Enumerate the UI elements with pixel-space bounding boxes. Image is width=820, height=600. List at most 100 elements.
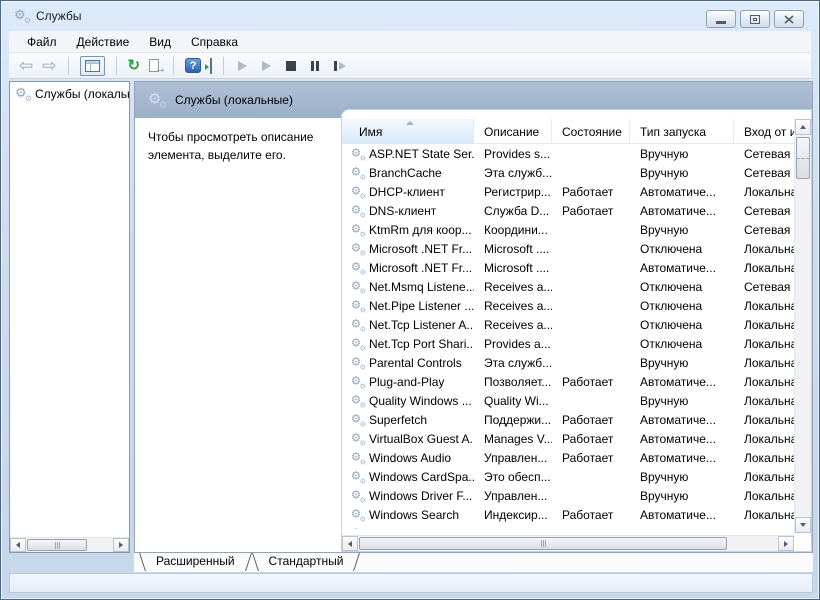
restore-button[interactable] (740, 10, 770, 28)
service-gear-icon (351, 185, 365, 198)
pause-service-icon[interactable] (311, 61, 319, 71)
export-list-icon[interactable]: → (149, 59, 162, 73)
menu-file[interactable]: Файл (17, 32, 67, 52)
tab-standard[interactable]: Стандартный (252, 553, 361, 572)
table-row[interactable]: DHCP-клиент Регистрир... Работает Автома… (342, 182, 794, 201)
table-row[interactable]: Net.Pipe Listener ... Receives a... Откл… (342, 296, 794, 315)
scrollbar-track[interactable] (358, 536, 778, 551)
scrollbar-thumb[interactable] (27, 539, 87, 551)
tree-horizontal-scrollbar[interactable] (10, 537, 129, 552)
service-gear-icon (351, 337, 365, 350)
toolbar-separator (173, 57, 174, 75)
service-startup-type: Вручную (630, 223, 734, 237)
service-gear-icon (351, 166, 365, 179)
table-row[interactable]: BranchCache Эта служб... Вручную Сетевая… (342, 163, 794, 182)
service-startup-type: Автоматиче... (630, 185, 734, 199)
table-row[interactable]: Windows CardSpa... Это обесп... Вручную … (342, 467, 794, 486)
close-button[interactable] (774, 10, 804, 28)
tree-item-services-local[interactable]: Службы (локальные) (10, 82, 129, 103)
service-name: KtmRm для коор... (369, 223, 472, 237)
table-row[interactable]: Windows Audio Управлен... Работает Автом… (342, 448, 794, 467)
scrollbar-track[interactable] (26, 538, 113, 552)
help-icon[interactable]: ? (185, 58, 201, 73)
list-vertical-scrollbar[interactable] (794, 119, 811, 533)
menu-help[interactable]: Справка (181, 32, 248, 52)
tab-extended[interactable]: Расширенный (139, 553, 252, 572)
service-logon-as: Локальная сис (734, 432, 794, 446)
service-gear-icon (351, 223, 365, 236)
scrollbar-track[interactable] (795, 135, 811, 517)
table-row[interactable]: VirtualBox Guest A... Manages V... Работ… (342, 429, 794, 448)
service-startup-type: Отключена (630, 299, 734, 313)
table-row[interactable]: KtmRm для коор... Координи... Вручную Се… (342, 220, 794, 239)
service-startup-type: Автоматиче... (630, 413, 734, 427)
table-row[interactable]: DNS-клиент Служба D... Работает Автомати… (342, 201, 794, 220)
show-console-tree-button[interactable] (80, 56, 105, 76)
table-row[interactable]: Plug-and-Play Позволяет... Работает Авто… (342, 372, 794, 391)
service-description: Позволяет... (474, 375, 552, 389)
scroll-right-button[interactable] (113, 538, 129, 552)
table-row[interactable]: Superfetch Поддержи... Работает Автомати… (342, 410, 794, 429)
list-horizontal-scrollbar[interactable] (342, 535, 794, 551)
service-startup-type: Вручную (630, 527, 734, 530)
table-row[interactable]: Parental Controls Эта служб... Вручную Л… (342, 353, 794, 372)
toolbar-separator (116, 57, 117, 75)
column-header-logon-as[interactable]: Вход от имени (734, 119, 794, 143)
restart-service-icon[interactable] (334, 61, 346, 71)
minimize-button[interactable] (706, 10, 736, 28)
table-row[interactable]: Net.Msmq Listene... Receives a... Отключ… (342, 277, 794, 296)
scrollbar-thumb[interactable] (359, 537, 727, 550)
service-name: Quality Windows ... (369, 394, 472, 408)
back-icon[interactable]: ⇦ (19, 58, 33, 74)
table-row[interactable]: WMI Perf... Provides p... Вручную Локаль… (342, 524, 794, 529)
service-startup-type: Вручную (630, 489, 734, 503)
service-startup-type: Вручную (630, 147, 734, 161)
pane-title: Службы (локальные) (175, 93, 293, 107)
column-header-description[interactable]: Описание (474, 119, 552, 143)
menu-view[interactable]: Вид (139, 32, 181, 52)
scroll-right-button[interactable] (778, 536, 794, 551)
table-row[interactable]: Net.Tcp Listener A... Receives a... Откл… (342, 315, 794, 334)
pane-header-gear-icon (148, 92, 165, 108)
selection-description: Чтобы просмотреть описание элемента, выд… (148, 128, 336, 164)
service-description: Quality Wi... (474, 394, 552, 408)
console-tree-panel: Службы (локальные) (9, 81, 130, 553)
table-row[interactable]: Windows Driver F... Управлен... Вручную … (342, 486, 794, 505)
service-name: ASP.NET State Ser... (369, 147, 474, 161)
forward-icon[interactable]: ⇨ (42, 58, 56, 74)
table-row[interactable]: ASP.NET State Ser... Provides s... Вручн… (342, 144, 794, 163)
title-bar[interactable]: Службы (1, 1, 819, 31)
service-logon-as: Локальная сис (734, 508, 794, 522)
table-row[interactable]: Quality Windows ... Quality Wi... Вручну… (342, 391, 794, 410)
refresh-icon[interactable]: ↻ (128, 59, 141, 73)
table-row[interactable]: Windows Search Индексир... Работает Авто… (342, 505, 794, 524)
column-header-status[interactable]: Состояние (552, 119, 630, 143)
service-name: Net.Msmq Listene... (369, 280, 474, 294)
scroll-left-button[interactable] (10, 538, 26, 552)
column-header-name[interactable]: Имя (342, 119, 474, 143)
scroll-left-button[interactable] (342, 536, 358, 551)
service-description: Поддержи... (474, 413, 552, 427)
service-startup-type: Автоматиче... (630, 375, 734, 389)
services-node-icon (15, 87, 30, 101)
menu-action[interactable]: Действие (67, 32, 140, 52)
column-header-startup-type[interactable]: Тип запуска (630, 119, 734, 143)
scrollbar-thumb[interactable] (796, 137, 810, 179)
window-controls (706, 10, 804, 28)
table-row[interactable]: Microsoft .NET Fr... Microsoft .... Откл… (342, 239, 794, 258)
start-service-icon[interactable] (238, 61, 247, 71)
service-description: Координи... (474, 223, 552, 237)
table-row[interactable]: Net.Tcp Port Shari... Provides a... Откл… (342, 334, 794, 353)
services-list-panel: Имя Описание Состояние Тип запуска Вход … (341, 109, 812, 552)
table-row[interactable]: Microsoft .NET Fr... Microsoft .... Авто… (342, 258, 794, 277)
show-action-pane-icon[interactable] (210, 59, 212, 73)
service-gear-icon (351, 413, 365, 426)
scroll-up-button[interactable] (795, 119, 811, 135)
service-status: Работает (552, 185, 630, 199)
service-gear-icon (351, 375, 365, 388)
stop-service-icon[interactable] (286, 61, 296, 71)
scroll-down-button[interactable] (795, 517, 811, 533)
service-logon-as: Локальная сис (734, 356, 794, 370)
services-list: ASP.NET State Ser... Provides s... Вручн… (342, 144, 794, 529)
resume-service-icon[interactable] (262, 61, 271, 71)
